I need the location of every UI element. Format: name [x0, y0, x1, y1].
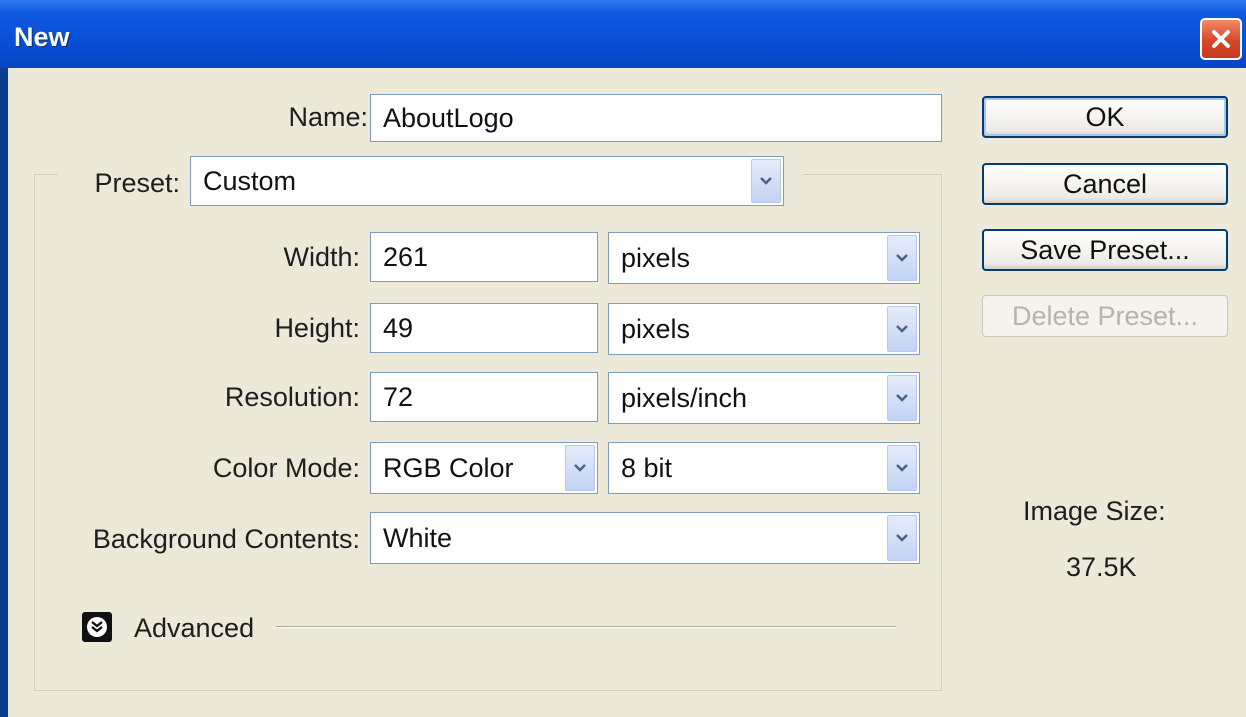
width-input[interactable]: 261	[370, 232, 598, 282]
resolution-unit-select[interactable]: pixels/inch	[608, 372, 920, 424]
width-unit-value: pixels	[621, 242, 691, 273]
title-bar[interactable]: New	[0, 0, 1246, 68]
double-chevron-down-icon	[87, 617, 107, 637]
image-size-value: 37.5K	[1066, 552, 1137, 582]
delete-preset-button: Delete Preset...	[982, 295, 1228, 337]
ok-button-label: OK	[1085, 101, 1125, 132]
cancel-button[interactable]: Cancel	[982, 163, 1228, 205]
chevron-down-icon	[896, 534, 908, 542]
close-button[interactable]	[1200, 18, 1242, 60]
chevron-down-icon	[896, 254, 908, 262]
height-label: Height:	[274, 313, 360, 343]
bit-depth-value: 8 bit	[621, 452, 673, 483]
advanced-toggle-button[interactable]	[82, 612, 112, 642]
preset-dropdown-button[interactable]	[751, 159, 781, 203]
background-contents-dropdown-button[interactable]	[887, 515, 917, 561]
background-contents-select[interactable]: White	[370, 512, 920, 564]
width-unit-select[interactable]: pixels	[608, 232, 920, 284]
name-label: Name:	[288, 102, 368, 132]
width-unit-dropdown-button[interactable]	[887, 235, 917, 281]
height-unit-value: pixels	[621, 313, 691, 344]
bit-depth-dropdown-button[interactable]	[887, 445, 917, 491]
chevron-down-icon	[896, 325, 908, 333]
bit-depth-select[interactable]: 8 bit	[608, 442, 920, 494]
advanced-divider	[276, 626, 896, 628]
new-document-dialog: New Name: AboutLogo Preset: Custom Width…	[0, 0, 1246, 717]
name-input[interactable]: AboutLogo	[370, 94, 942, 142]
background-contents-value: White	[383, 522, 453, 553]
preset-select[interactable]: Custom	[190, 156, 784, 206]
color-mode-select[interactable]: RGB Color	[370, 442, 598, 494]
height-input-value: 49	[383, 312, 414, 343]
cancel-button-label: Cancel	[1062, 168, 1148, 199]
color-mode-dropdown-button[interactable]	[565, 445, 595, 491]
resolution-unit-value: pixels/inch	[621, 382, 748, 413]
chevron-down-icon	[760, 177, 772, 185]
chevron-down-icon	[896, 394, 908, 402]
background-contents-label: Background Contents:	[92, 524, 360, 554]
dialog-title: New	[14, 22, 70, 52]
color-mode-value: RGB Color	[383, 452, 514, 483]
close-icon	[1212, 30, 1230, 48]
save-preset-button[interactable]: Save Preset...	[982, 229, 1228, 271]
height-unit-dropdown-button[interactable]	[887, 306, 917, 352]
image-size-label: Image Size:	[1023, 496, 1166, 526]
preset-select-value: Custom	[203, 165, 297, 196]
height-unit-select[interactable]: pixels	[608, 303, 920, 355]
preset-label: Preset:	[94, 168, 180, 198]
dialog-body: Name: AboutLogo Preset: Custom Width: 26…	[8, 68, 1246, 717]
height-input[interactable]: 49	[370, 303, 598, 353]
width-input-value: 261	[383, 241, 429, 272]
ok-button[interactable]: OK	[982, 96, 1228, 138]
color-mode-label: Color Mode:	[212, 453, 360, 483]
resolution-label: Resolution:	[224, 382, 360, 412]
advanced-label[interactable]: Advanced	[134, 613, 254, 644]
chevron-down-icon	[896, 464, 908, 472]
resolution-input-value: 72	[383, 381, 414, 412]
save-preset-button-label: Save Preset...	[1020, 234, 1190, 265]
width-label: Width:	[283, 242, 360, 272]
chevron-down-icon	[574, 464, 586, 472]
name-input-value: AboutLogo	[383, 102, 514, 133]
resolution-unit-dropdown-button[interactable]	[887, 375, 917, 421]
delete-preset-button-label: Delete Preset...	[1011, 300, 1199, 331]
resolution-input[interactable]: 72	[370, 372, 598, 422]
